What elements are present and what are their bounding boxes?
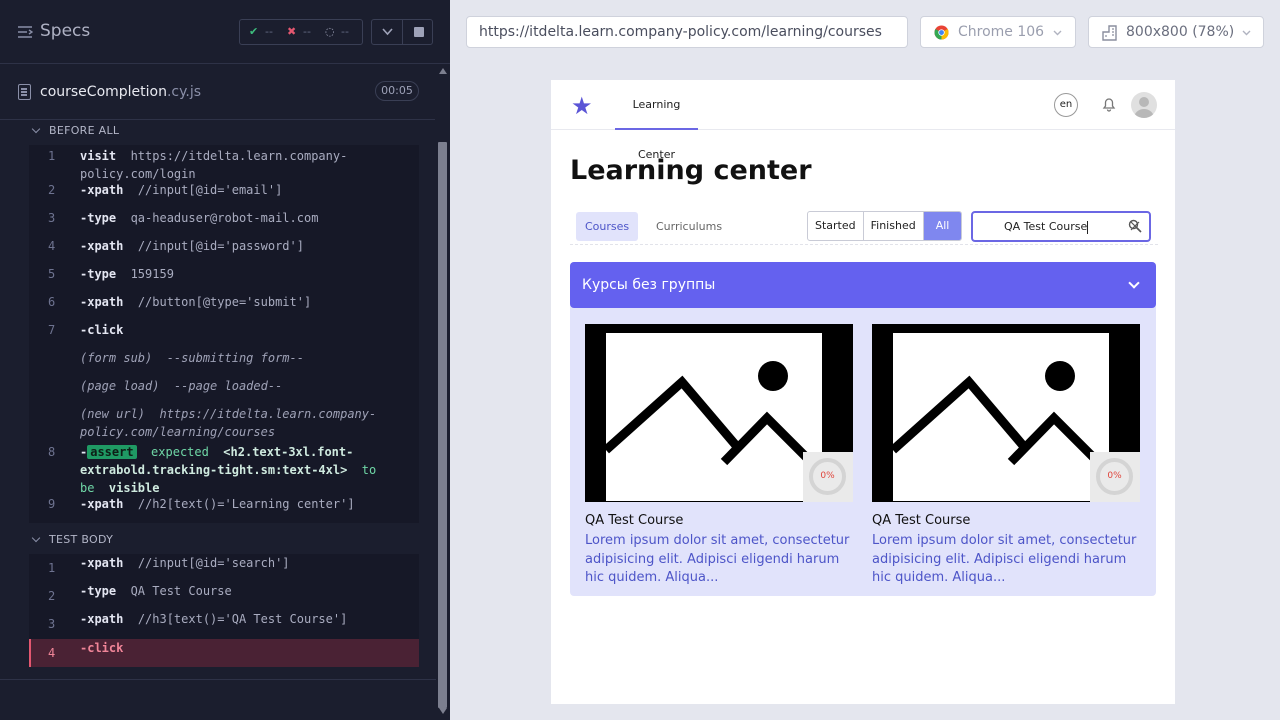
duration-badge: 00:05 xyxy=(375,81,419,101)
specs-list-icon[interactable] xyxy=(17,25,33,39)
runner-header: Specs ✔ -- ✖ -- ◌ -- xyxy=(0,0,450,64)
user-avatar-icon xyxy=(1134,97,1154,118)
search-clear-icon[interactable] xyxy=(1128,219,1142,233)
search-input[interactable]: QA Test Course xyxy=(971,211,1151,242)
failed-count: -- xyxy=(303,25,311,38)
failed-x-icon: ✖ xyxy=(287,25,297,38)
command-log-scrollbar[interactable] xyxy=(436,64,450,720)
course-title[interactable]: QA Test Course xyxy=(585,513,683,528)
viewport-info[interactable]: 800x800 (78%) xyxy=(1088,16,1264,48)
command-click-failed[interactable]: 4 -click xyxy=(29,639,419,667)
nav-tab-learning-center[interactable]: Learning Center xyxy=(615,80,698,161)
before-all-commands: 1 visit https://itdelta.learn.company-pol… xyxy=(29,145,419,523)
status-filter-group: Started Finished All xyxy=(807,211,963,241)
chevron-down-icon xyxy=(1242,30,1251,36)
pending-count: -- xyxy=(341,25,349,38)
chevron-down-icon xyxy=(31,124,41,134)
spec-file-name[interactable]: courseCompletion.cy.js xyxy=(40,84,201,100)
chevron-down-icon xyxy=(1053,30,1062,36)
viewport-size: 800x800 (78%) xyxy=(1126,24,1235,40)
bell-icon[interactable] xyxy=(1101,96,1117,112)
course-description: Lorem ipsum dolor sit amet, consectetur … xyxy=(585,533,850,585)
filter-started[interactable]: Started xyxy=(808,212,864,240)
chevron-down-icon xyxy=(1128,277,1140,289)
course-description: Lorem ipsum dolor sit amet, consectetur … xyxy=(872,533,1137,585)
chrome-icon xyxy=(934,25,949,40)
course-group: Курсы без группы 0% QA Test Course Lorem… xyxy=(570,262,1156,596)
scroll-thumb[interactable] xyxy=(438,142,447,708)
document-icon xyxy=(18,84,31,100)
specs-title[interactable]: Specs xyxy=(40,21,90,41)
progress-indicator: 0% xyxy=(803,452,853,502)
progress-indicator: 0% xyxy=(1090,452,1140,502)
app-under-test-frame: ★ Learning Center en Learning center Cou… xyxy=(551,80,1175,704)
cypress-runner-panel: Specs ✔ -- ✖ -- ◌ -- courseCompletion.cy… xyxy=(0,0,450,720)
test-stats: ✔ -- ✖ -- ◌ -- xyxy=(239,19,363,45)
course-image-placeholder: 0% xyxy=(585,324,853,502)
avatar[interactable] xyxy=(1131,92,1157,118)
scroll-down-icon[interactable] xyxy=(439,708,447,714)
tab-curriculums[interactable]: Curriculums xyxy=(647,212,731,241)
url-bar[interactable]: https://itdelta.learn.company-policy.com… xyxy=(466,16,908,48)
language-switch[interactable]: en xyxy=(1054,93,1078,117)
course-image-placeholder: 0% xyxy=(872,324,1140,502)
scroll-up-icon[interactable] xyxy=(439,68,447,74)
stop-icon[interactable] xyxy=(414,27,424,37)
browser-selector[interactable]: Chrome 106 xyxy=(920,16,1076,48)
pending-spinner-icon: ◌ xyxy=(325,25,335,38)
passed-count: -- xyxy=(265,25,273,38)
run-controls xyxy=(371,19,433,45)
browser-name: Chrome 106 xyxy=(958,24,1045,40)
test-body-commands: 1 -xpath //input[@id='search'] 2 -type QA … xyxy=(29,554,419,667)
course-title[interactable]: QA Test Course xyxy=(872,513,970,528)
chevron-down-icon xyxy=(31,533,41,543)
star-logo-icon[interactable]: ★ xyxy=(571,94,593,118)
tab-courses[interactable]: Courses xyxy=(576,212,639,241)
ruler-icon xyxy=(1102,25,1117,41)
course-group-header[interactable]: Курсы без группы xyxy=(570,262,1156,308)
page-title: Learning center xyxy=(570,155,812,186)
app-navbar: ★ Learning Center en xyxy=(551,80,1175,161)
chevron-down-icon[interactable] xyxy=(382,28,393,36)
passed-check-icon: ✔ xyxy=(249,25,259,38)
filter-finished[interactable]: Finished xyxy=(864,212,924,240)
filter-all[interactable]: All xyxy=(923,212,962,240)
spec-file-header: courseCompletion.cy.js 00:05 xyxy=(0,64,435,120)
